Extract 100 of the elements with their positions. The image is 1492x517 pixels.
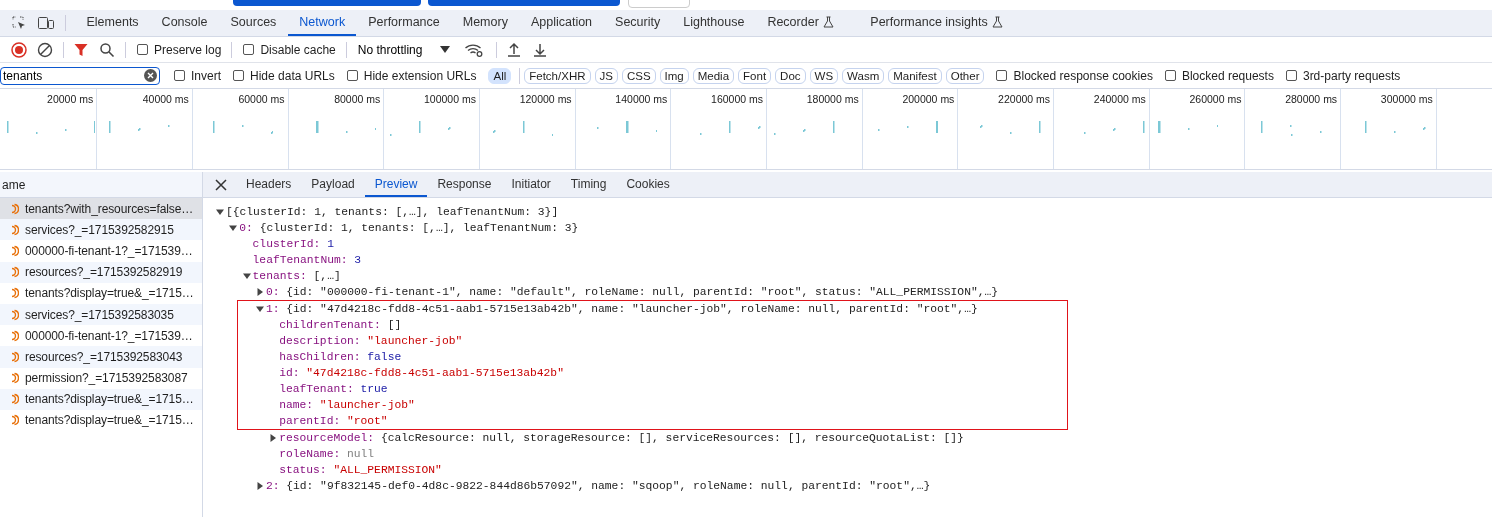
tree-row[interactable]: roleName: null (203, 446, 1492, 462)
details-tab[interactable]: Response (427, 172, 502, 197)
checkbox[interactable] (137, 44, 148, 55)
tree-row[interactable]: 2: {id: "9f832145-def0-4d8c-9822-844d86b57092", name: "sqoop", roleName: null, parentId: "root",…} (203, 478, 1492, 494)
tree-row[interactable]: name: "launcher-job" (237, 397, 1068, 413)
details-tab[interactable]: Preview (364, 172, 428, 197)
panel-tab[interactable]: Recorder (756, 10, 845, 36)
checkbox[interactable] (174, 70, 185, 81)
type-filter-button[interactable]: CSS (621, 67, 656, 84)
type-filter-button[interactable]: Fetch/XHR (524, 67, 591, 84)
type-filter-button[interactable]: Doc (775, 67, 806, 84)
tree-row[interactable]: id: "47d4218c-fdd8-4c51-aab1-5715e13ab42b" (237, 365, 1068, 381)
checkbox-label: Invert (191, 68, 221, 83)
request-row[interactable]: services?_=1715392582915 (0, 219, 202, 241)
checkbox[interactable] (346, 70, 358, 81)
request-row[interactable]: tenants?display=true&_=1715… (0, 409, 202, 432)
details-tab[interactable]: Cookies (616, 172, 680, 197)
request-row[interactable]: tenants?with_resources=false… (0, 198, 202, 220)
request-row[interactable]: resources?_=1715392583043 (0, 346, 202, 368)
type-filter-button[interactable]: JS (594, 67, 618, 84)
fetch-icon (12, 287, 19, 300)
tree-row[interactable]: childrenTenant: [] (237, 317, 1068, 333)
down-triangle-icon[interactable] (215, 207, 225, 217)
type-filter-button[interactable]: Media (692, 67, 735, 84)
tree-row[interactable]: [{clusterId: 1, tenants: [,…], leafTenantNum: 3}] (203, 204, 1492, 220)
down-triangle-icon[interactable] (228, 223, 239, 233)
type-filter-button[interactable]: Wasm (842, 67, 885, 84)
checkbox[interactable] (243, 44, 255, 55)
tree-row[interactable]: tenants: [,…] (203, 268, 1492, 284)
checkbox-label: Blocked response cookies (1013, 68, 1153, 83)
json-property: childrenTenant: [] (279, 319, 402, 331)
caret-icon[interactable] (440, 45, 451, 54)
tree-row[interactable]: 0: {clusterId: 1, tenants: [,…], leafTenantNum: 3} (203, 220, 1492, 236)
down-triangle-icon[interactable] (241, 271, 252, 281)
details-tab[interactable]: Initiator (501, 172, 561, 197)
request-marks-drawing (877, 121, 939, 133)
column-header[interactable]: ame (2, 177, 26, 192)
panel-tab[interactable]: Memory (451, 10, 519, 36)
panel-tab[interactable]: Console (150, 10, 219, 36)
network-settings-icon[interactable] (464, 41, 485, 58)
tree-row[interactable]: leafTenantNum: 3 (203, 252, 1492, 268)
request-row[interactable]: resources?_=1715392582919 (0, 261, 202, 283)
checkbox-label: Disable cache (260, 42, 336, 57)
tree-row[interactable]: leafTenant: true (237, 381, 1068, 397)
panel-tab[interactable]: Security (604, 10, 672, 36)
request-name: resources?_=1715392583043 (25, 349, 183, 364)
upload-icon[interactable] (506, 41, 523, 58)
tree-row[interactable]: parentId: "root" (237, 413, 1068, 430)
details-tab[interactable]: Timing (560, 172, 617, 197)
device-toolbar-icon[interactable] (37, 15, 55, 31)
tree-row[interactable]: description: "launcher-job" (237, 333, 1068, 349)
clear-icon[interactable] (37, 41, 53, 58)
tree-row[interactable]: hasChildren: false (237, 349, 1068, 365)
download-icon[interactable] (532, 41, 549, 58)
request-row[interactable]: 000000-fi-tenant-1?_=171539… (0, 325, 202, 347)
record-icon[interactable] (11, 41, 27, 58)
request-row[interactable]: services?_=1715392583035 (0, 303, 202, 326)
checkbox[interactable] (1285, 70, 1297, 81)
type-filter-button[interactable]: Font (738, 67, 772, 84)
checkbox[interactable] (233, 70, 244, 81)
panel-tab[interactable]: Sources (219, 10, 288, 36)
request-row[interactable]: 000000-fi-tenant-1?_=171539… (0, 240, 202, 262)
details-tab[interactable]: Payload (301, 172, 365, 197)
panel-tab[interactable]: Elements (75, 10, 150, 36)
fetch-icon (12, 350, 19, 363)
request-row[interactable]: permission?_=1715392583087 (0, 367, 202, 389)
panel-tab[interactable]: Application (519, 10, 604, 36)
tree-row[interactable]: clusterId: 1 (203, 236, 1492, 252)
type-filter-button[interactable]: WS (809, 67, 839, 84)
type-filter-button[interactable]: Img (659, 67, 689, 84)
panel-tab[interactable]: Performance (357, 10, 451, 36)
tree-row[interactable]: status: "ALL_PERMISSION" (203, 462, 1492, 478)
filter-field[interactable]: tenants (0, 66, 160, 85)
timeline-tick-label: 140000 ms (615, 92, 669, 105)
panel-tab[interactable]: Performance insights (859, 10, 1014, 36)
details-tab[interactable]: Headers (236, 172, 302, 197)
down-triangle-icon[interactable] (254, 304, 265, 314)
clear-icon[interactable] (144, 69, 157, 82)
type-filter-button[interactable]: Other (945, 67, 985, 84)
tree-row[interactable]: resourceModel: {calcResource: null, storageResource: [], serviceResources: [], resourceQuotaList: []} (203, 430, 1492, 446)
request-row[interactable]: tenants?display=true&_=1715… (0, 282, 202, 304)
request-row[interactable]: tenants?display=true&_=1715… (0, 388, 202, 410)
close-icon[interactable] (215, 178, 227, 191)
checkbox-label: Hide extension URLs (363, 68, 477, 83)
inspect-element-icon[interactable] (11, 15, 27, 31)
tree-row[interactable]: 1: {id: "47d4218c-fdd8-4c51-aab1-5715e13ab42b", name: "launcher-job", roleName: null, parentId: "root",…} (237, 300, 1068, 317)
tree-row[interactable]: 0: {id: "000000-fi-tenant-1", name: "default", roleName: null, parentId: "root", status: "ALL_PERMISSION",…} (203, 284, 1492, 300)
checkbox[interactable] (996, 70, 1008, 81)
checkbox[interactable] (1164, 70, 1176, 81)
filter-icon[interactable] (73, 41, 89, 58)
search-icon[interactable] (99, 41, 115, 58)
timeline-tick-label: 280000 ms (1285, 92, 1339, 105)
panel-tab[interactable]: Network (288, 10, 357, 36)
type-filter-button[interactable]: Manifest (888, 67, 942, 84)
type-filter-button[interactable]: All (488, 67, 512, 84)
timeline-tick-label: 180000 ms (806, 92, 860, 105)
throttling-dropdown[interactable]: No throttling (357, 42, 423, 57)
request-name: services?_=1715392583035 (25, 307, 174, 322)
panel-tab[interactable]: Lighthouse (672, 10, 756, 36)
checkbox-label: Blocked requests (1181, 68, 1274, 83)
